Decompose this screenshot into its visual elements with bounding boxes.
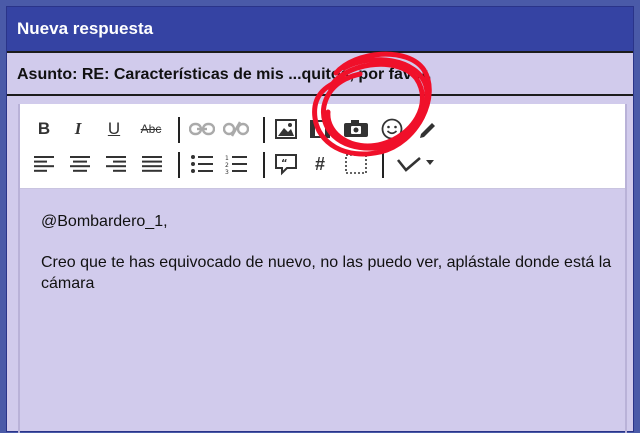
format-dropdown[interactable] xyxy=(392,150,438,178)
strikethrough-button[interactable]: Abc xyxy=(137,115,165,143)
align-center-icon[interactable] xyxy=(66,150,94,178)
reply-window: Nueva respuesta Asunto: RE: Característi… xyxy=(6,6,634,433)
underline-button[interactable]: U xyxy=(100,115,128,143)
pencil-icon[interactable] xyxy=(414,115,442,143)
image-icon[interactable] xyxy=(272,115,300,143)
link-icon[interactable] xyxy=(188,115,216,143)
toolbar: B I U Abc 1 2 3 “ # xyxy=(20,104,625,189)
message-body[interactable]: @Bombardero_1, Creo que te has equivocad… xyxy=(20,189,625,294)
toolbar-separator xyxy=(382,152,384,178)
video-icon[interactable] xyxy=(306,115,334,143)
svg-text:1: 1 xyxy=(225,155,229,162)
bold-button[interactable]: B xyxy=(30,115,58,143)
window-title: Nueva respuesta xyxy=(7,7,633,51)
editor: B I U Abc 1 2 3 “ # @Bombardero_1, Creo … xyxy=(18,104,627,433)
toolbar-separator xyxy=(263,152,265,178)
spoiler-icon[interactable] xyxy=(342,150,370,178)
smiley-icon[interactable] xyxy=(378,115,406,143)
align-justify-icon[interactable] xyxy=(138,150,166,178)
toolbar-separator xyxy=(178,152,180,178)
toolbar-separator xyxy=(263,117,265,143)
camera-icon[interactable] xyxy=(342,115,370,143)
bullet-list-icon[interactable] xyxy=(188,150,216,178)
unlink-icon[interactable] xyxy=(222,115,250,143)
svg-text:2: 2 xyxy=(225,162,229,169)
message-greeting: @Bombardero_1, xyxy=(41,213,168,230)
message-text: Creo que te has equivocado de nuevo, no … xyxy=(41,254,612,292)
subject-line[interactable]: Asunto: RE: Características de mis ...qu… xyxy=(7,51,633,96)
align-left-icon[interactable] xyxy=(30,150,58,178)
quote-icon[interactable]: “ xyxy=(272,150,300,178)
numbered-list-icon[interactable]: 123 xyxy=(222,150,250,178)
code-button[interactable]: # xyxy=(306,150,334,178)
svg-text:3: 3 xyxy=(225,169,229,174)
toolbar-separator xyxy=(178,117,180,143)
svg-text:“: “ xyxy=(281,158,288,169)
align-right-icon[interactable] xyxy=(102,150,130,178)
italic-button[interactable]: I xyxy=(64,115,92,143)
